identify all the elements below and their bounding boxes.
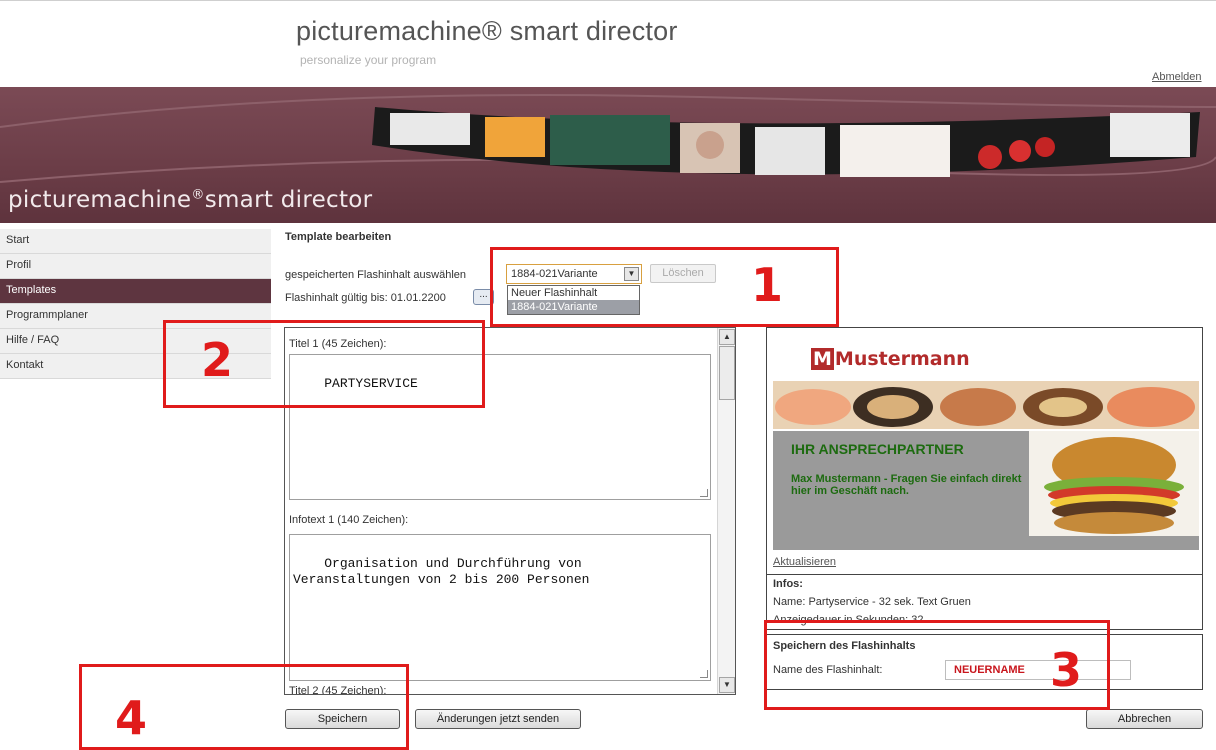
annotation-number-4: 4: [115, 691, 148, 745]
info1-label: Infotext 1 (140 Zeichen):: [289, 514, 409, 526]
contact-text: Max Mustermann - Fragen Sie einfach dire…: [791, 473, 1022, 497]
infos-heading: Infos:: [773, 578, 803, 590]
food-image-strip: [773, 381, 1199, 429]
logout-link[interactable]: Abmelden: [1152, 71, 1202, 83]
scrollbar-thumb[interactable]: [719, 346, 735, 400]
info1-textarea[interactable]: Organisation und Durchführung von Verans…: [289, 534, 711, 681]
info-name: Name: Partyservice - 32 sek. Text Gruen: [773, 596, 971, 608]
refresh-link[interactable]: Aktualisieren: [773, 556, 836, 568]
app-title: picturemachine® smart director: [296, 16, 678, 46]
form-scrollbar[interactable]: ▲ ▼: [717, 328, 735, 694]
annotation-number-2: 2: [201, 333, 234, 387]
contact-title: IHR ANSPRECHPARTNER: [791, 441, 964, 457]
contact-area: IHR ANSPRECHPARTNER Max Mustermann - Fra…: [773, 431, 1199, 550]
flash-select-label: gespeicherten Flashinhalt auswählen: [285, 269, 467, 281]
valid-until-label: Flashinhalt gültig bis: 01.01.2200: [285, 292, 446, 304]
sidebar-item-start[interactable]: Start: [0, 229, 271, 254]
top-divider: [0, 0, 1216, 1]
flash-preview: M Mustermann IHR ANSPRECHPARTNER Max Must…: [773, 334, 1199, 550]
app-subtitle: personalize your program: [300, 53, 437, 67]
sidebar-item-profil[interactable]: Profil: [0, 254, 271, 279]
sidebar-item-templates[interactable]: Templates: [0, 279, 271, 304]
annotation-number-3: 3: [1050, 643, 1083, 697]
info1-value: Organisation und Durchführung von Verans…: [293, 556, 590, 587]
page-title: Template bearbeiten: [285, 231, 392, 243]
resize-grip-icon[interactable]: [700, 670, 708, 678]
burger-image: [1029, 431, 1199, 536]
scroll-up-icon[interactable]: ▲: [719, 329, 735, 345]
scroll-down-icon[interactable]: ▼: [719, 677, 735, 693]
brand-logo: M Mustermann: [811, 348, 970, 370]
preview-panel: M Mustermann IHR ANSPRECHPARTNER Max Must…: [766, 327, 1203, 575]
annotation-number-1: 1: [751, 258, 784, 312]
cancel-button[interactable]: Abbrechen: [1086, 709, 1203, 729]
banner-logo: picturemachine®smart director: [8, 187, 373, 213]
send-changes-button[interactable]: Änderungen jetzt senden: [415, 709, 581, 729]
resize-grip-icon[interactable]: [700, 489, 708, 497]
annotation-box-1: [490, 247, 839, 327]
header-banner: picturemachine®smart director: [0, 87, 1216, 223]
